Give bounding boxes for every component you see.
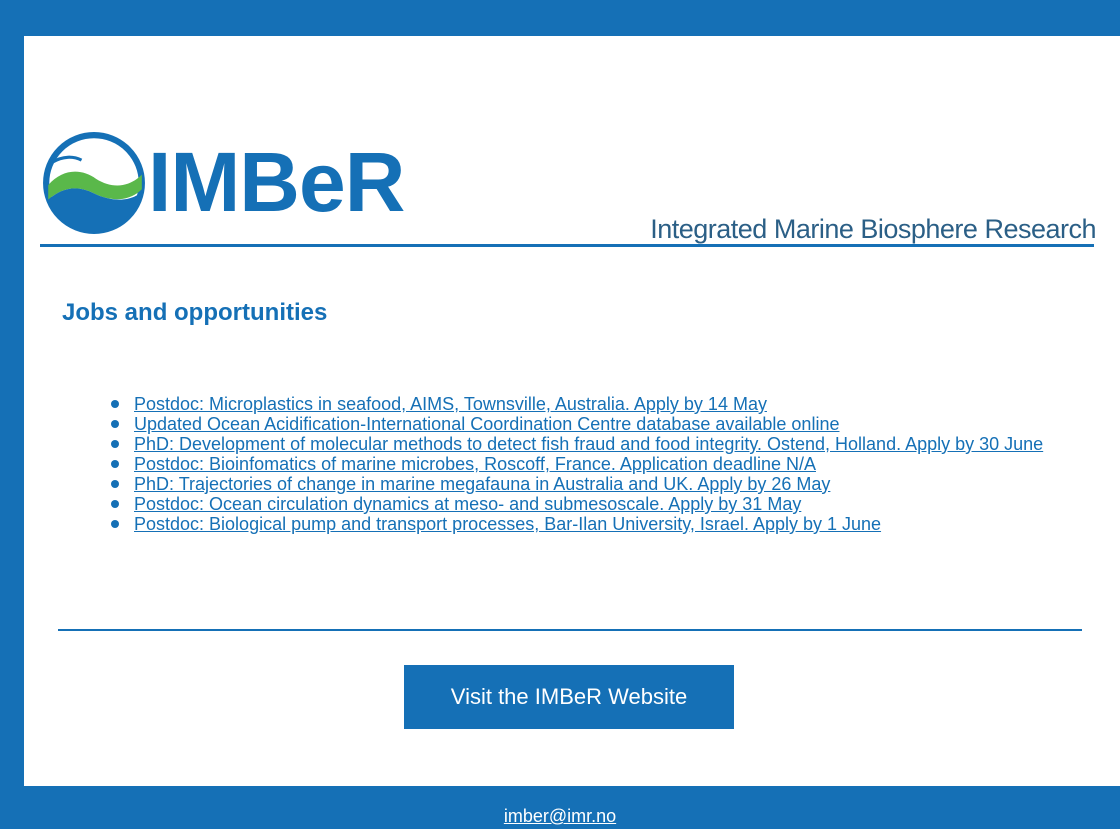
bullet-icon xyxy=(111,400,119,408)
job-link[interactable]: Postdoc: Ocean circulation dynamics at m… xyxy=(134,494,801,514)
footer: imber@imr.no xyxy=(0,804,1120,828)
email-link[interactable]: imber@imr.no xyxy=(504,806,616,826)
bullet-icon xyxy=(111,440,119,448)
job-link[interactable]: PhD: Development of molecular methods to… xyxy=(134,434,1043,454)
imber-logo-text: IMBeR xyxy=(148,135,405,229)
list-item: PhD: Development of molecular methods to… xyxy=(110,434,1090,454)
header-divider xyxy=(40,244,1094,247)
job-link[interactable]: PhD: Trajectories of change in marine me… xyxy=(134,474,830,494)
bullet-icon xyxy=(111,420,119,428)
list-item: Postdoc: Ocean circulation dynamics at m… xyxy=(110,494,1090,514)
list-item: Postdoc: Biological pump and transport p… xyxy=(110,514,1090,534)
list-item: Updated Ocean Acidification-Internationa… xyxy=(110,414,1090,434)
job-link[interactable]: Postdoc: Bioinfomatics of marine microbe… xyxy=(134,454,816,474)
header: IMBeR Integrated Marine Biosphere Resear… xyxy=(24,36,1120,296)
bullet-icon xyxy=(111,520,119,528)
section-divider xyxy=(58,629,1082,631)
list-item: PhD: Trajectories of change in marine me… xyxy=(110,474,1090,494)
tagline: Integrated Marine Biosphere Research xyxy=(650,214,1096,244)
bullet-icon xyxy=(111,500,119,508)
job-link[interactable]: Postdoc: Microplastics in seafood, AIMS,… xyxy=(134,394,767,414)
list-item: Postdoc: Microplastics in seafood, AIMS,… xyxy=(110,394,1090,414)
job-link[interactable]: Postdoc: Biological pump and transport p… xyxy=(134,514,881,534)
job-link[interactable]: Updated Ocean Acidification-Internationa… xyxy=(134,414,839,434)
visit-website-button[interactable]: Visit the IMBeR Website xyxy=(404,665,734,729)
bullet-icon xyxy=(111,480,119,488)
jobs-list: Postdoc: Microplastics in seafood, AIMS,… xyxy=(110,394,1090,534)
newsletter-card: IMBeR Integrated Marine Biosphere Resear… xyxy=(24,36,1120,786)
imber-logo-icon xyxy=(43,132,145,234)
list-item: Postdoc: Bioinfomatics of marine microbe… xyxy=(110,454,1090,474)
bullet-icon xyxy=(111,460,119,468)
section-title: Jobs and opportunities xyxy=(62,299,328,326)
